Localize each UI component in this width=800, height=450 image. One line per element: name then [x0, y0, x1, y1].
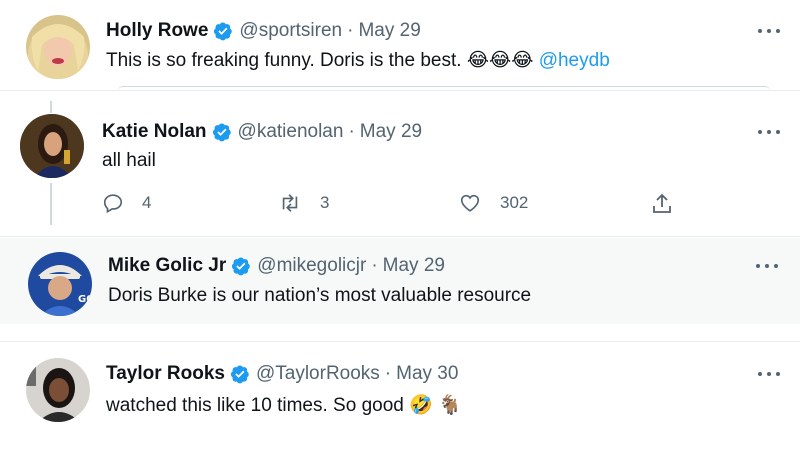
- tweet-body: This is so freaking funny. Doris is the …: [106, 50, 462, 71]
- like-button[interactable]: 302: [458, 192, 528, 214]
- reply-button[interactable]: 4: [102, 192, 151, 214]
- handle[interactable]: @mikegolicjr: [257, 255, 366, 277]
- retweet-button[interactable]: 3: [278, 192, 329, 214]
- verified-badge-icon: [214, 22, 233, 41]
- display-name[interactable]: Taylor Rooks: [106, 363, 225, 385]
- verified-badge-icon: [212, 123, 231, 142]
- separator: ·: [347, 20, 354, 41]
- tweet-body: watched this like 10 times. So good: [106, 395, 404, 416]
- avatar[interactable]: [20, 114, 84, 178]
- svg-text:GO: GO: [78, 294, 92, 305]
- more-options-icon[interactable]: [758, 27, 780, 35]
- tweet-holly-rowe[interactable]: Holly Rowe @sportsiren · May 29 This is …: [0, 0, 800, 90]
- crying-laughing-emoji: 😂: [466, 50, 490, 71]
- timestamp[interactable]: May 30: [396, 363, 458, 385]
- timestamp[interactable]: May 29: [360, 121, 422, 143]
- more-options-icon[interactable]: [756, 262, 778, 270]
- tweet-text: watched this like 10 times. So good 🤣 🐐: [106, 393, 462, 417]
- rofl-emoji: 🤣: [409, 395, 433, 416]
- tweet-text: This is so freaking funny. Doris is the …: [106, 49, 610, 72]
- timestamp[interactable]: May 29: [383, 255, 445, 277]
- like-count: 302: [500, 193, 529, 212]
- separator: ·: [371, 255, 378, 276]
- tweet-taylor-rooks[interactable]: Taylor Rooks @TaylorRooks · May 30 watch…: [0, 342, 800, 434]
- tweet-text: all hail: [102, 150, 156, 171]
- more-options-icon[interactable]: [758, 370, 780, 378]
- timestamp[interactable]: May 29: [358, 20, 420, 42]
- goat-emoji: 🐐: [438, 395, 462, 416]
- display-name[interactable]: Mike Golic Jr: [108, 255, 226, 277]
- avatar[interactable]: [26, 15, 90, 79]
- tweet-mike-golic-jr[interactable]: GO Mike Golic Jr @mikegolicjr · May 29 D…: [0, 238, 800, 324]
- crying-laughing-emoji: 😂: [489, 50, 512, 71]
- handle[interactable]: @sportsiren: [239, 20, 342, 42]
- tweet-text: Doris Burke is our nation’s most valuabl…: [108, 285, 532, 306]
- separator: ·: [348, 121, 355, 142]
- tweet-katie-nolan[interactable]: Katie Nolan @katienolan · May 29 all hai…: [0, 91, 800, 236]
- display-name[interactable]: Katie Nolan: [102, 121, 207, 143]
- reply-icon: [103, 194, 123, 214]
- thread-line: [50, 101, 52, 113]
- separator: ·: [384, 363, 392, 384]
- divider: [0, 236, 800, 237]
- verified-badge-icon: [230, 365, 249, 384]
- like-icon: [460, 194, 480, 212]
- reply-count: 4: [142, 193, 152, 212]
- share-button[interactable]: [650, 192, 692, 216]
- share-icon: [653, 193, 671, 213]
- retweet-count: 3: [320, 193, 330, 212]
- crying-laughing-emoji: 😂: [511, 50, 534, 71]
- retweet-icon: [282, 194, 298, 212]
- verified-badge-icon: [232, 257, 251, 276]
- handle[interactable]: @katienolan: [238, 121, 344, 143]
- more-options-icon[interactable]: [758, 128, 780, 136]
- handle[interactable]: @TaylorRooks: [256, 363, 380, 385]
- display-name[interactable]: Holly Rowe: [106, 20, 208, 42]
- mention-link[interactable]: @heydb: [539, 50, 610, 71]
- thread-line: [50, 183, 52, 225]
- avatar[interactable]: GO: [28, 252, 92, 316]
- avatar[interactable]: [26, 358, 90, 422]
